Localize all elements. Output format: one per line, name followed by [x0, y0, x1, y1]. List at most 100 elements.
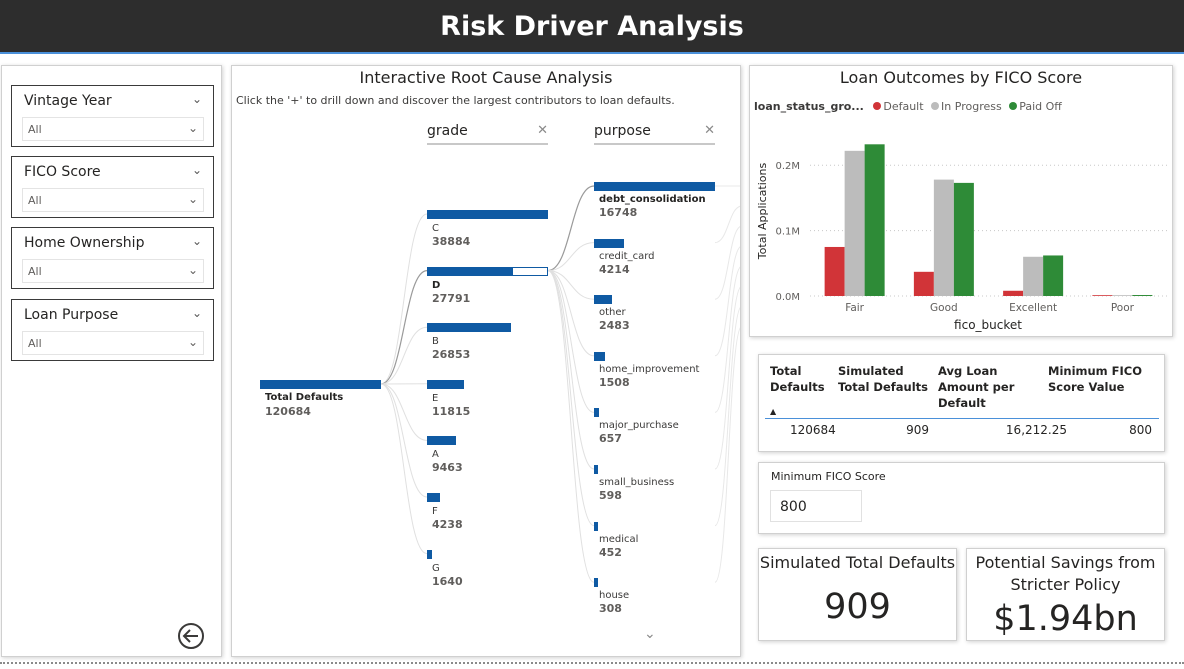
grade-node-bar[interactable] — [427, 323, 511, 333]
tree-link — [547, 270, 595, 527]
purpose-node-bar[interactable] — [594, 408, 599, 418]
cell-total-defaults: 120684 — [790, 423, 836, 437]
grade-node-bar[interactable] — [427, 436, 457, 446]
y-tick-label: 0.1M — [775, 227, 800, 238]
purpose-node-value: 452 — [599, 545, 622, 559]
slicer-fico-score[interactable]: FICO Score ⌄ All ⌄ — [11, 156, 214, 218]
slicer-dropdown[interactable]: All ⌄ — [22, 331, 204, 355]
tree-link — [380, 213, 428, 385]
card-simulated-defaults: Simulated Total Defaults 909 — [758, 548, 957, 641]
decomposition-tree[interactable]: Interactive Root Cause Analysis Click th… — [231, 65, 741, 657]
tree-link — [547, 270, 595, 583]
bar-in-progress — [1023, 256, 1044, 296]
purpose-node-label: house — [599, 590, 630, 602]
y-axis-title: Total Applications — [756, 163, 769, 261]
slicer-vintage-year[interactable]: Vintage Year ⌄ All ⌄ — [11, 85, 214, 147]
back-arrow-icon[interactable] — [177, 622, 205, 650]
grade-node-bar[interactable] — [427, 210, 548, 219]
column-header-min-fico[interactable]: Minimum FICO Score Value — [1048, 363, 1148, 395]
slicer-value: All — [28, 194, 42, 207]
slicer-title: Loan Purpose — [24, 307, 119, 323]
chevron-down-icon[interactable]: ⌄ — [192, 234, 202, 248]
purpose-node-bar[interactable] — [594, 182, 715, 191]
cell-min-fico: 800 — [1129, 423, 1152, 437]
grade-node-value: 26853 — [432, 348, 471, 362]
tree-link — [714, 287, 740, 470]
slicer-dropdown[interactable]: All ⌄ — [22, 117, 204, 141]
fico-outcomes-chart: Loan Outcomes by FICO Score loan_status_… — [749, 65, 1173, 337]
x-axis-title: fico_bucket — [954, 318, 1022, 332]
sort-ascending-icon[interactable]: ▲ — [770, 407, 776, 416]
tree-link — [380, 383, 428, 555]
purpose-node-bar[interactable] — [594, 351, 605, 361]
root-node-value: 120684 — [265, 405, 311, 418]
slicer-home-ownership[interactable]: Home Ownership ⌄ All ⌄ — [11, 227, 214, 289]
chevron-down-icon[interactable]: ⌄ — [192, 306, 202, 320]
tree-link — [714, 327, 740, 583]
bar-in-progress — [1112, 295, 1133, 296]
chevron-down-icon: ⌄ — [187, 121, 198, 135]
min-fico-input[interactable]: 800 — [770, 490, 862, 522]
card-value: 909 — [824, 587, 891, 627]
card-value: $1.94bn — [993, 599, 1138, 639]
x-tick-label: Good — [930, 302, 958, 314]
chevron-down-icon[interactable]: ⌄ — [644, 626, 656, 642]
tree-link — [380, 270, 428, 385]
tree-link — [380, 326, 428, 385]
root-node-label: Total Defaults — [265, 392, 344, 403]
purpose-node-label: debt_consolidation — [599, 194, 706, 205]
grade-node-bar[interactable] — [427, 379, 464, 389]
x-tick-label: Excellent — [1009, 302, 1057, 314]
chevron-down-icon[interactable]: ⌄ — [192, 92, 202, 106]
grade-node-bar[interactable] — [427, 549, 433, 559]
slicer-dropdown[interactable]: All ⌄ — [22, 259, 204, 283]
tree-link — [547, 242, 595, 272]
slicer-dropdown[interactable]: All ⌄ — [22, 188, 204, 212]
grade-node-value: 11815 — [432, 404, 471, 418]
chevron-down-icon[interactable]: ⌄ — [192, 163, 202, 177]
purpose-node-value: 2483 — [599, 319, 630, 333]
purpose-node-bar[interactable] — [594, 238, 625, 248]
bar-in-progress — [933, 179, 954, 296]
grade-node-label: A — [432, 449, 439, 461]
bar-paid-off — [1132, 295, 1153, 296]
grade-node-label: C — [432, 223, 439, 234]
purpose-node-label: credit_card — [599, 250, 655, 262]
card-potential-savings: Potential Savings from Stricter Policy $… — [966, 548, 1165, 641]
purpose-node-bar[interactable] — [594, 521, 598, 531]
slicer-loan-purpose[interactable]: Loan Purpose ⌄ All ⌄ — [11, 299, 214, 361]
purpose-node-label: small_business — [599, 477, 675, 488]
tree-link — [547, 185, 595, 272]
root-node-bar[interactable] — [260, 380, 381, 389]
filter-pane: Vintage Year ⌄ All ⌄ FICO Score ⌄ All ⌄ … — [1, 65, 222, 657]
grade-node-bar[interactable] — [427, 266, 514, 276]
y-tick-label: 0.2M — [775, 161, 800, 172]
slicer-title: FICO Score — [24, 164, 101, 180]
purpose-node-bar[interactable] — [594, 295, 612, 305]
grade-node-value: 27791 — [432, 291, 471, 305]
grade-node-label: F — [432, 506, 438, 517]
purpose-node-bar[interactable] — [594, 578, 598, 588]
grade-node-value: 4238 — [432, 518, 463, 531]
tree-link — [380, 383, 428, 498]
slicer-value: All — [28, 337, 42, 350]
bar-default — [913, 271, 934, 296]
tree-link — [547, 270, 595, 413]
purpose-node-value: 308 — [599, 602, 622, 616]
column-header-simulated-defaults[interactable]: Simulated Total Defaults — [838, 363, 933, 395]
grade-node-value: 9463 — [432, 461, 463, 475]
chart-plot[interactable]: 0.0M 0.1M 0.2M Total Applications fico_bucke… — [750, 66, 1174, 338]
purpose-node-value: 4214 — [599, 262, 630, 276]
purpose-node-value: 16748 — [599, 206, 638, 219]
purpose-node-label: major_purchase — [599, 420, 679, 432]
slicer-title: Home Ownership — [24, 235, 145, 251]
purpose-node-bar[interactable] — [594, 465, 599, 474]
parameter-label: Minimum FICO Score — [771, 470, 886, 483]
grade-node-value: 38884 — [432, 235, 471, 248]
report-header: Risk Driver Analysis — [0, 0, 1184, 54]
grade-node-bar[interactable] — [427, 493, 441, 502]
column-header-total-defaults[interactable]: Total Defaults — [770, 363, 834, 395]
column-header-avg-loan[interactable]: Avg Loan Amount per Default — [938, 363, 1028, 411]
grade-node-label: B — [432, 336, 439, 348]
page-border — [0, 662, 1184, 664]
